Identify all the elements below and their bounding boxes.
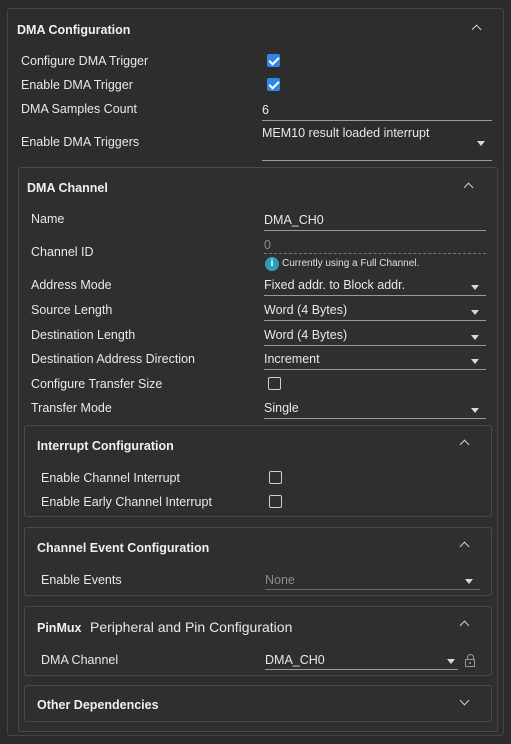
pinmux-dma-channel-underline xyxy=(265,669,458,670)
pinmux-tag: PinMux xyxy=(37,621,82,635)
other-dependencies-panel[interactable]: Other Dependencies xyxy=(24,685,492,722)
enable-dma-triggers-label: Enable DMA Triggers xyxy=(21,135,140,149)
channel-event-configuration-panel: Channel Event Configuration Enable Event… xyxy=(24,527,492,596)
collapse-interrupt-configuration-icon[interactable] xyxy=(459,439,470,450)
enable-channel-interrupt-checkbox[interactable] xyxy=(269,471,282,484)
destination-direction-label: Destination Address Direction xyxy=(31,352,195,366)
source-length-underline xyxy=(264,320,486,321)
address-mode-underline xyxy=(264,295,486,296)
dma-samples-count-label: DMA Samples Count xyxy=(21,102,138,116)
transfer-mode-dropdown-icon[interactable] xyxy=(471,408,479,413)
destination-length-label: Destination Length xyxy=(31,328,136,342)
address-mode-dropdown-icon[interactable] xyxy=(471,285,479,290)
destination-direction-select[interactable]: Increment xyxy=(264,352,469,368)
pinmux-title: Peripheral and Pin Configuration xyxy=(90,619,293,635)
channel-event-configuration-title: Channel Event Configuration xyxy=(37,541,210,555)
destination-direction-underline xyxy=(264,369,486,370)
dma-samples-count-input[interactable]: 6 xyxy=(262,103,492,119)
destination-length-dropdown-icon[interactable] xyxy=(471,335,479,340)
enable-dma-trigger-checkbox[interactable] xyxy=(267,78,280,91)
dma-configuration-title: DMA Configuration xyxy=(17,23,131,37)
pinmux-dma-channel-dropdown-icon[interactable] xyxy=(447,659,455,664)
lock-icon[interactable] xyxy=(465,654,475,667)
enable-channel-interrupt-label: Enable Channel Interrupt xyxy=(41,471,180,485)
dma-samples-count-underline xyxy=(262,120,492,121)
collapse-dma-configuration-icon[interactable] xyxy=(471,24,482,35)
channel-name-label: Name xyxy=(31,212,65,226)
other-dependencies-title: Other Dependencies xyxy=(37,698,159,712)
channel-id-input: 0 xyxy=(264,238,271,252)
transfer-mode-underline xyxy=(264,418,486,419)
address-mode-label: Address Mode xyxy=(31,278,112,292)
destination-direction-dropdown-icon[interactable] xyxy=(471,359,479,364)
source-length-select[interactable]: Word (4 Bytes) xyxy=(264,303,469,319)
enable-events-underline xyxy=(265,589,480,590)
channel-id-label: Channel ID xyxy=(31,245,94,259)
transfer-mode-label: Transfer Mode xyxy=(31,401,112,415)
channel-name-input[interactable]: DMA_CH0 xyxy=(264,213,486,229)
configure-transfer-size-checkbox[interactable] xyxy=(268,377,281,390)
dma-configuration-panel: DMA Configuration Configure DMA Trigger … xyxy=(7,8,504,736)
interrupt-configuration-panel: Interrupt Configuration Enable Channel I… xyxy=(24,425,492,517)
enable-dma-trigger-label: Enable DMA Trigger xyxy=(21,78,133,92)
source-length-dropdown-icon[interactable] xyxy=(471,310,479,315)
enable-dma-triggers-underline xyxy=(262,160,492,161)
address-mode-select[interactable]: Fixed addr. to Block addr. xyxy=(264,278,469,294)
pinmux-panel: PinMux Peripheral and Pin Configuration … xyxy=(24,606,492,676)
collapse-pinmux-icon[interactable] xyxy=(459,620,470,631)
transfer-mode-select[interactable]: Single xyxy=(264,401,469,417)
pinmux-dma-channel-label: DMA Channel xyxy=(41,653,119,667)
enable-early-channel-interrupt-label: Enable Early Channel Interrupt xyxy=(41,495,212,509)
configure-dma-trigger-label: Configure DMA Trigger xyxy=(21,54,149,68)
enable-events-dropdown-icon[interactable] xyxy=(465,579,473,584)
destination-length-underline xyxy=(264,345,486,346)
collapse-channel-event-icon[interactable] xyxy=(459,541,470,552)
dma-channel-panel: DMA Channel Name DMA_CH0 Channel ID 0 i … xyxy=(18,167,498,732)
enable-early-channel-interrupt-checkbox[interactable] xyxy=(269,495,282,508)
channel-id-info-text: Currently using a Full Channel. xyxy=(282,258,420,269)
channel-name-underline xyxy=(264,230,486,231)
expand-other-dependencies-icon[interactable] xyxy=(459,695,470,706)
configure-transfer-size-label: Configure Transfer Size xyxy=(31,377,163,391)
enable-dma-triggers-dropdown-icon[interactable] xyxy=(477,141,485,146)
enable-dma-triggers-select[interactable]: MEM10 result loaded interrupt xyxy=(262,126,477,156)
interrupt-configuration-title: Interrupt Configuration xyxy=(37,439,174,453)
destination-length-select[interactable]: Word (4 Bytes) xyxy=(264,328,469,344)
pinmux-dma-channel-select[interactable]: DMA_CH0 xyxy=(265,653,445,669)
enable-events-select[interactable]: None xyxy=(265,573,460,589)
dma-channel-title: DMA Channel xyxy=(27,181,108,195)
info-icon: i xyxy=(265,257,279,271)
source-length-label: Source Length xyxy=(31,303,113,317)
enable-events-label: Enable Events xyxy=(41,573,122,587)
channel-id-underline xyxy=(264,253,486,254)
configure-dma-trigger-checkbox[interactable] xyxy=(267,54,280,67)
collapse-dma-channel-icon[interactable] xyxy=(463,182,474,193)
